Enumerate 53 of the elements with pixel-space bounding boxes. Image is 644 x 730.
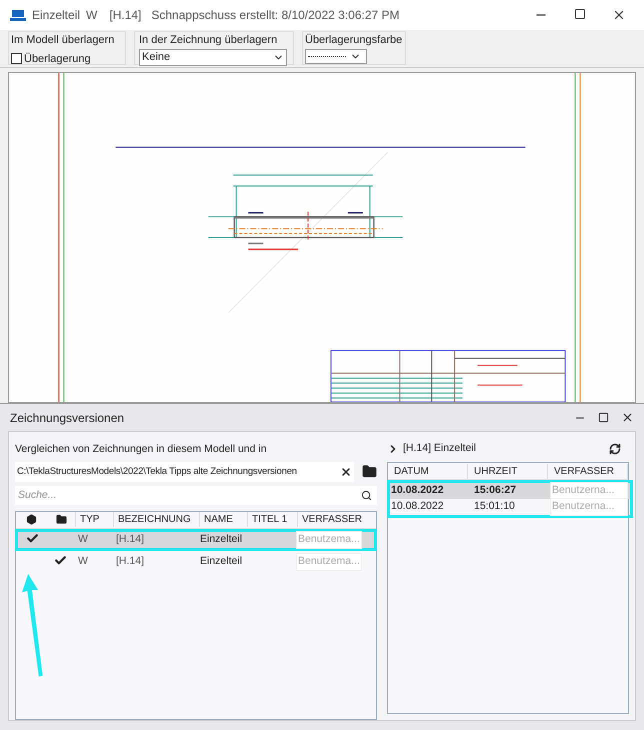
folder-icon [56,514,66,526]
table-row[interactable]: W [H.14] Einzelteil Benutzema... [18,554,374,570]
refresh-icon[interactable] [609,443,621,455]
column-header[interactable]: DATUM [388,464,468,478]
checkbox[interactable] [11,53,22,64]
cube-icon [26,514,37,526]
maximize-icon[interactable] [598,412,609,423]
table-cell-text: 10.08.2022 [390,483,445,498]
window-title: Einzelteil [32,7,80,24]
dotted-line-icon [308,56,346,57]
column-header[interactable]: TYP [75,512,113,528]
group-label: Im Modell überlagern [11,33,116,48]
close-icon[interactable] [621,411,634,424]
snapshot-label: Schnappschuss erstellt: 8/10/2022 3:06:27 PM [151,7,400,24]
group-label: In der Zeichnung überlagern [139,33,278,48]
checkbox-label: Überlagerung [24,52,91,66]
author-field: Benutzema... [296,530,362,549]
clear-icon[interactable] [340,466,352,478]
search-field[interactable]: Suche... [15,486,377,505]
versions-header: [H.14] Einzelteil [403,441,476,456]
table-row[interactable]: W [H.14] Einzelteil Benutzema... [18,532,374,548]
compare-label: Vergleichen von Zeichnungen in diesem Modell und in [15,442,268,457]
overlay-dropdown[interactable]: Keine [139,48,287,66]
color-dropdown[interactable] [305,48,367,64]
column-header[interactable]: VERFASSER [548,464,628,478]
drawing-type: W [86,7,98,24]
table-cell-text: W [77,554,89,569]
search-icon [361,490,372,501]
path-field[interactable]: C:\TeklaStructuresModels\2022\Tekla Tipps alte Zeichnungsversionen [15,462,354,482]
column-header[interactable]: VERFASSER [297,512,367,528]
folder-icon[interactable] [362,464,377,480]
close-icon[interactable] [612,8,626,22]
table-cell-text: Einzelteil [199,554,244,569]
drawing-mark: [H.14] [109,7,142,24]
column-header[interactable]: TITEL 1 [247,512,297,528]
app-icon [10,8,26,22]
author-field: Benutzema... [296,552,362,571]
table-cell-text: [H.14] [115,532,146,547]
column-header[interactable]: UHRZEIT [468,464,548,478]
table-row[interactable]: 10.08.2022 15:01:10 Benutzerna... [390,499,630,515]
column-header[interactable]: BEZEICHNUNG [113,512,199,528]
author-field: Benutzerna... [550,498,628,516]
table-cell-text: 10.08.2022 [390,499,445,514]
table-cell-text: [H.14] [115,554,146,569]
table-cell-text: 15:06:27 [473,483,518,498]
table-cell-text: W [77,532,89,547]
table-cell-text: Einzelteil [199,532,244,547]
panel-title: Zeichnungsversionen [10,410,124,426]
column-header[interactable]: NAME [199,512,247,528]
table-cell-text: 15:01:10 [473,499,516,514]
table-row[interactable]: 10.08.2022 15:06:27 Benutzerna... [390,483,630,499]
maximize-icon[interactable] [574,8,586,20]
group-label: Überlagerungsfarbe [305,32,403,48]
